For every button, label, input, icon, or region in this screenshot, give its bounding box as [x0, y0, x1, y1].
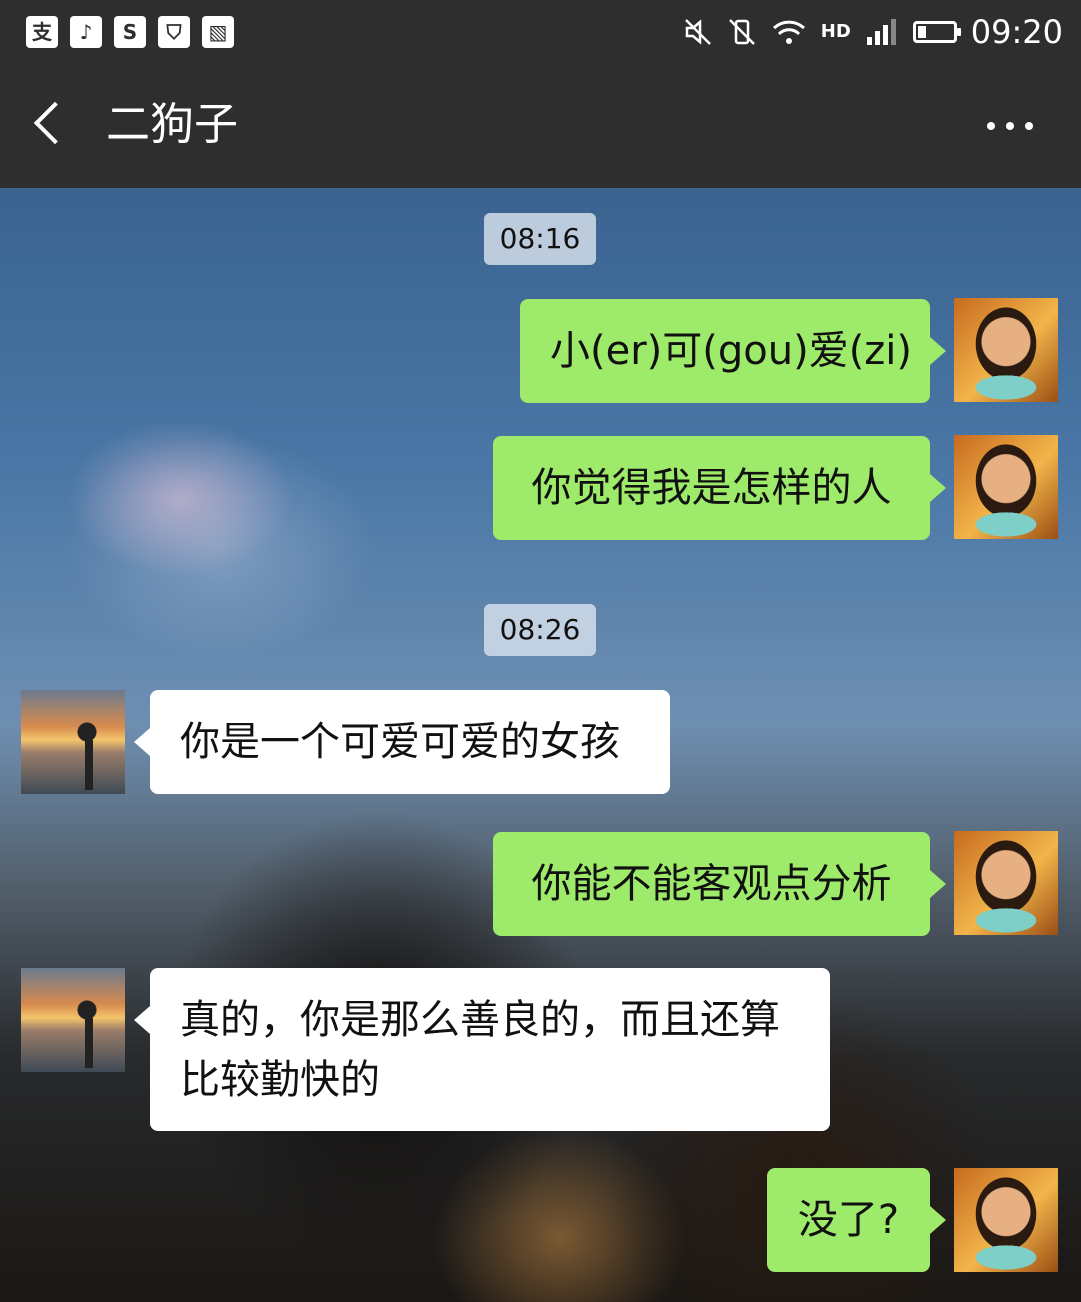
- shield-icon: ⛉: [158, 16, 190, 48]
- back-chevron-icon[interactable]: [33, 101, 77, 145]
- timestamp: 08:26: [484, 604, 596, 656]
- friend-avatar[interactable]: [21, 968, 125, 1072]
- message-text: 小(er)可(gou)爱(zi): [550, 328, 913, 374]
- message-bubble-outgoing[interactable]: 你能不能客观点分析: [493, 832, 946, 936]
- message-text: 你能不能客观点分析: [531, 861, 892, 907]
- image-icon: ▧: [202, 16, 234, 48]
- s-app-icon: S: [114, 16, 146, 48]
- notification-icons: 支 ♪ S ⛉ ▧: [26, 16, 234, 48]
- message-bubble-outgoing[interactable]: 你觉得我是怎样的人: [493, 436, 946, 540]
- timestamp: 08:16: [484, 213, 596, 265]
- my-avatar[interactable]: [954, 1168, 1058, 1272]
- alipay-icon: 支: [26, 16, 58, 48]
- chat-area[interactable]: 08:16 小(er)可(gou)爱(zi) 你觉得我是怎样的人 08:26 你…: [0, 188, 1081, 1302]
- friend-avatar[interactable]: [21, 690, 125, 794]
- vibrate-off-icon: [728, 19, 755, 45]
- contact-name: 二狗子: [106, 99, 238, 150]
- my-avatar[interactable]: [954, 298, 1058, 402]
- wifi-icon: [772, 20, 805, 44]
- status-time: 09:20: [970, 13, 1063, 51]
- more-dots-icon[interactable]: [987, 122, 1033, 130]
- my-avatar[interactable]: [954, 435, 1058, 539]
- message-text-line: 真的，你是那么善良的，而且还算: [180, 997, 780, 1043]
- mute-icon: [684, 19, 711, 45]
- message-bubble-incoming[interactable]: 真的，你是那么善良的，而且还算 比较勤快的: [134, 968, 830, 1131]
- chat-header: 二狗子: [0, 64, 1081, 188]
- message-text: 你是一个可爱可爱的女孩: [180, 719, 620, 765]
- signal-bars-icon: [866, 19, 896, 45]
- status-bar: 支 ♪ S ⛉ ▧ HD 09:20: [0, 0, 1081, 64]
- message-text-line: 比较勤快的: [180, 1057, 380, 1103]
- message-bubble-outgoing[interactable]: 没了?: [767, 1168, 946, 1272]
- message-text: 没了?: [797, 1197, 900, 1243]
- hd-signal-icon: HD: [820, 21, 851, 42]
- message-text: 你觉得我是怎样的人: [531, 465, 892, 511]
- battery-icon: [912, 21, 961, 43]
- message-bubble-outgoing[interactable]: 小(er)可(gou)爱(zi): [520, 299, 946, 403]
- my-avatar[interactable]: [954, 831, 1058, 935]
- music-icon: ♪: [70, 16, 102, 48]
- message-bubble-incoming[interactable]: 你是一个可爱可爱的女孩: [134, 690, 670, 794]
- system-icons: HD 09:20: [683, 10, 1063, 54]
